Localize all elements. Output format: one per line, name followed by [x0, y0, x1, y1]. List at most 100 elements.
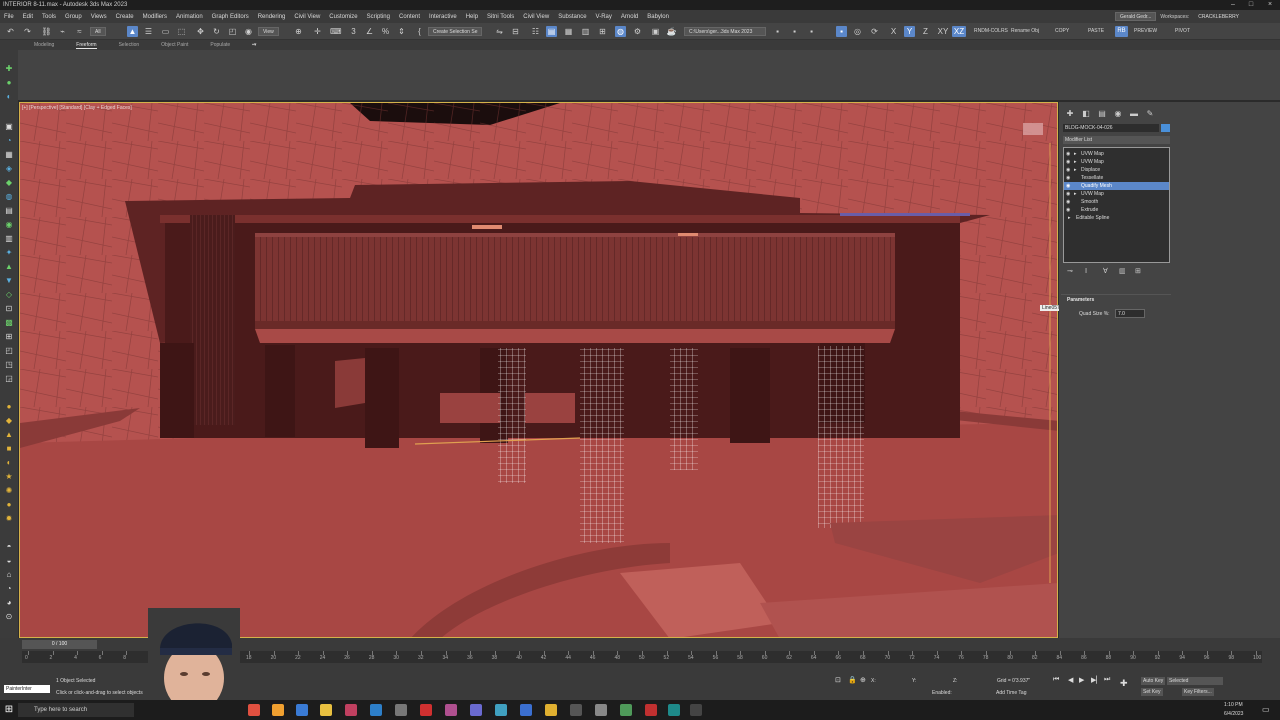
tool-icon-v[interactable]: ◔ — [4, 584, 14, 594]
app-icon-9[interactable] — [445, 704, 457, 716]
menu-item-edit[interactable]: Edit — [23, 14, 33, 20]
minimize-icon[interactable]: – — [1225, 0, 1241, 10]
toolbar-icon-c[interactable]: ▪ — [806, 26, 817, 37]
app-icon-6[interactable] — [370, 704, 382, 716]
goto-end-icon[interactable]: ⏭ — [1104, 676, 1110, 684]
goto-start-icon[interactable]: ⏮ — [1053, 676, 1059, 684]
stack-item[interactable]: ◉ Extrude — [1064, 206, 1169, 214]
menu-item-customize[interactable]: Customize — [329, 14, 357, 20]
show-end-result-icon[interactable]: Ⅰ — [1085, 267, 1087, 275]
spacewarps-icon[interactable]: ◈ — [4, 164, 14, 174]
app-icon-15[interactable] — [595, 704, 607, 716]
configure-sets-icon[interactable]: ⊞ — [1135, 267, 1141, 275]
window-crossing-icon[interactable]: ⬚ — [176, 26, 187, 37]
mirror-icon[interactable]: ⇋ — [494, 26, 505, 37]
tool-icon-r[interactable]: ✹ — [4, 514, 14, 524]
perspective-viewport[interactable] — [19, 102, 1058, 638]
time-slider[interactable]: 0 / 100 — [22, 640, 97, 649]
3dsmax-icon[interactable] — [668, 704, 680, 716]
app-icon-14[interactable] — [570, 704, 582, 716]
layer-explorer-icon[interactable]: ▤ — [546, 26, 557, 37]
rb-button[interactable]: RB — [1115, 26, 1128, 37]
axis-y-button[interactable]: Y — [904, 26, 915, 37]
pin-stack-icon[interactable]: ⊸ — [1067, 267, 1073, 275]
render-setup-icon[interactable]: ⚙ — [632, 26, 643, 37]
workspace-dropdown[interactable]: CRACKLEBERRY — [1193, 12, 1244, 21]
ribbon-options-icon[interactable]: ▪▾ — [252, 42, 256, 48]
place-icon[interactable]: ◉ — [243, 26, 254, 37]
tool-icon-d[interactable]: ⊡ — [4, 304, 14, 314]
tab-populate[interactable]: Populate — [210, 42, 230, 48]
app-icon-10[interactable] — [470, 704, 482, 716]
eye-icon[interactable]: ◉ — [1066, 190, 1070, 198]
menu-item-vray[interactable]: V-Ray — [596, 14, 612, 20]
selected-dropdown[interactable]: Selected — [1167, 677, 1223, 685]
menu-item-help[interactable]: Help — [466, 14, 478, 20]
modify-icon[interactable]: ◍ — [4, 192, 14, 202]
menu-item-create[interactable]: Create — [116, 14, 134, 20]
axis-xz-button[interactable]: XZ — [952, 26, 966, 37]
move-icon[interactable]: ✥ — [195, 26, 206, 37]
toolbar-icon-e[interactable]: ◎ — [852, 26, 863, 37]
select-object-icon[interactable]: ▲ — [127, 26, 138, 37]
menu-item-arnold[interactable]: Arnold — [621, 14, 638, 20]
hierarchy-icon[interactable]: ▤ — [4, 206, 14, 216]
stack-item[interactable]: ▸ Editable Spline — [1064, 214, 1169, 222]
tab-modeling[interactable]: Modeling — [34, 42, 54, 48]
make-unique-icon[interactable]: ∀ — [1103, 267, 1108, 275]
expand-icon[interactable]: ▸ — [1074, 190, 1077, 198]
tool-icon-o[interactable]: ★ — [4, 472, 14, 482]
modify-tab-icon[interactable]: ◧ — [1081, 109, 1091, 119]
angle-snap-icon[interactable]: ∠ — [364, 26, 375, 37]
absolute-mode-icon[interactable]: ⊕ — [860, 676, 866, 684]
object-color-swatch[interactable] — [1161, 124, 1170, 132]
menu-item-views[interactable]: Views — [91, 14, 107, 20]
menu-item-tools[interactable]: Tools — [42, 14, 56, 20]
ribbon-toggle-icon[interactable]: ▦ — [563, 26, 574, 37]
close-icon[interactable]: × — [1262, 0, 1278, 10]
unlink-icon[interactable]: ⌁ — [57, 26, 68, 37]
camera-icon[interactable]: ▣ — [4, 122, 14, 132]
tool-icon-g[interactable]: ◰ — [4, 346, 14, 356]
helpers-icon[interactable]: ▦ — [4, 150, 14, 160]
tool-icon-w[interactable]: ◕ — [4, 598, 14, 608]
tool-icon-h[interactable]: ◳ — [4, 360, 14, 370]
lock-selection-icon[interactable]: 🔒 — [848, 676, 857, 684]
keyboard-shortcut-icon[interactable]: ⌨ — [330, 26, 342, 37]
chrome-icon[interactable] — [545, 704, 557, 716]
stack-item[interactable]: ◉ ▸ UVW Map — [1064, 190, 1169, 198]
tool-icon-l[interactable]: ▲ — [4, 430, 14, 440]
utilities-tab-icon[interactable]: ✎ — [1145, 109, 1155, 119]
undo-icon[interactable]: ↶ — [5, 26, 16, 37]
tool-icon-f[interactable]: ⊞ — [4, 332, 14, 342]
taskbar-search[interactable]: Type here to search — [18, 703, 134, 717]
selection-filter-dropdown[interactable]: All — [90, 27, 106, 36]
axis-z-button[interactable]: Z — [920, 26, 931, 37]
auto-key-button[interactable]: Auto Key — [1141, 677, 1166, 685]
menu-item-substance[interactable]: Substance — [558, 14, 586, 20]
rotate-icon[interactable]: ↻ — [211, 26, 222, 37]
stack-item[interactable]: ◉ Smooth — [1064, 198, 1169, 206]
app-icon-5[interactable] — [345, 704, 357, 716]
display-tab-icon[interactable]: ▬ — [1129, 109, 1139, 119]
start-icon[interactable]: ⊞ — [3, 704, 15, 716]
prev-frame-icon[interactable]: ◀ — [1068, 676, 1073, 684]
rndm-colors-button[interactable]: RNDM-COLRS — [974, 28, 1008, 34]
toolbar-icon-d[interactable]: ▪ — [836, 26, 847, 37]
toolbar-icon-f[interactable]: ⟳ — [869, 26, 880, 37]
menu-item-interactive[interactable]: Interactive — [429, 14, 457, 20]
pivot-center-icon[interactable]: ⊕ — [293, 26, 304, 37]
menu-item-civil-view[interactable]: Civil View — [294, 14, 320, 20]
menu-item-modifiers[interactable]: Modifiers — [143, 14, 167, 20]
toolbar-icon-b[interactable]: ▪ — [789, 26, 800, 37]
curve-editor-icon[interactable]: ▥ — [580, 26, 591, 37]
tool-icon-x[interactable]: ⊙ — [4, 612, 14, 622]
link-icon[interactable]: ⛓ — [41, 26, 52, 37]
lights-icon[interactable]: ◔ — [4, 136, 14, 146]
axis-xy-button[interactable]: XY — [936, 26, 950, 37]
systems-icon[interactable]: ◆ — [4, 178, 14, 188]
motion-tab-icon[interactable]: ◉ — [1113, 109, 1123, 119]
align-icon[interactable]: ⊟ — [510, 26, 521, 37]
menu-item-animation[interactable]: Animation — [176, 14, 203, 20]
app-icon-1[interactable] — [248, 704, 260, 716]
